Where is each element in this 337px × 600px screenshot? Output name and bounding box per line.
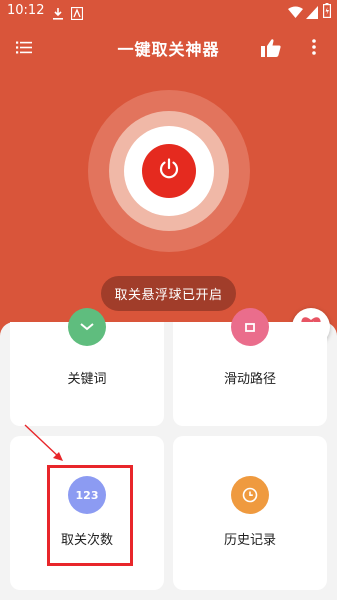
annotation-highlight-box — [47, 465, 133, 566]
